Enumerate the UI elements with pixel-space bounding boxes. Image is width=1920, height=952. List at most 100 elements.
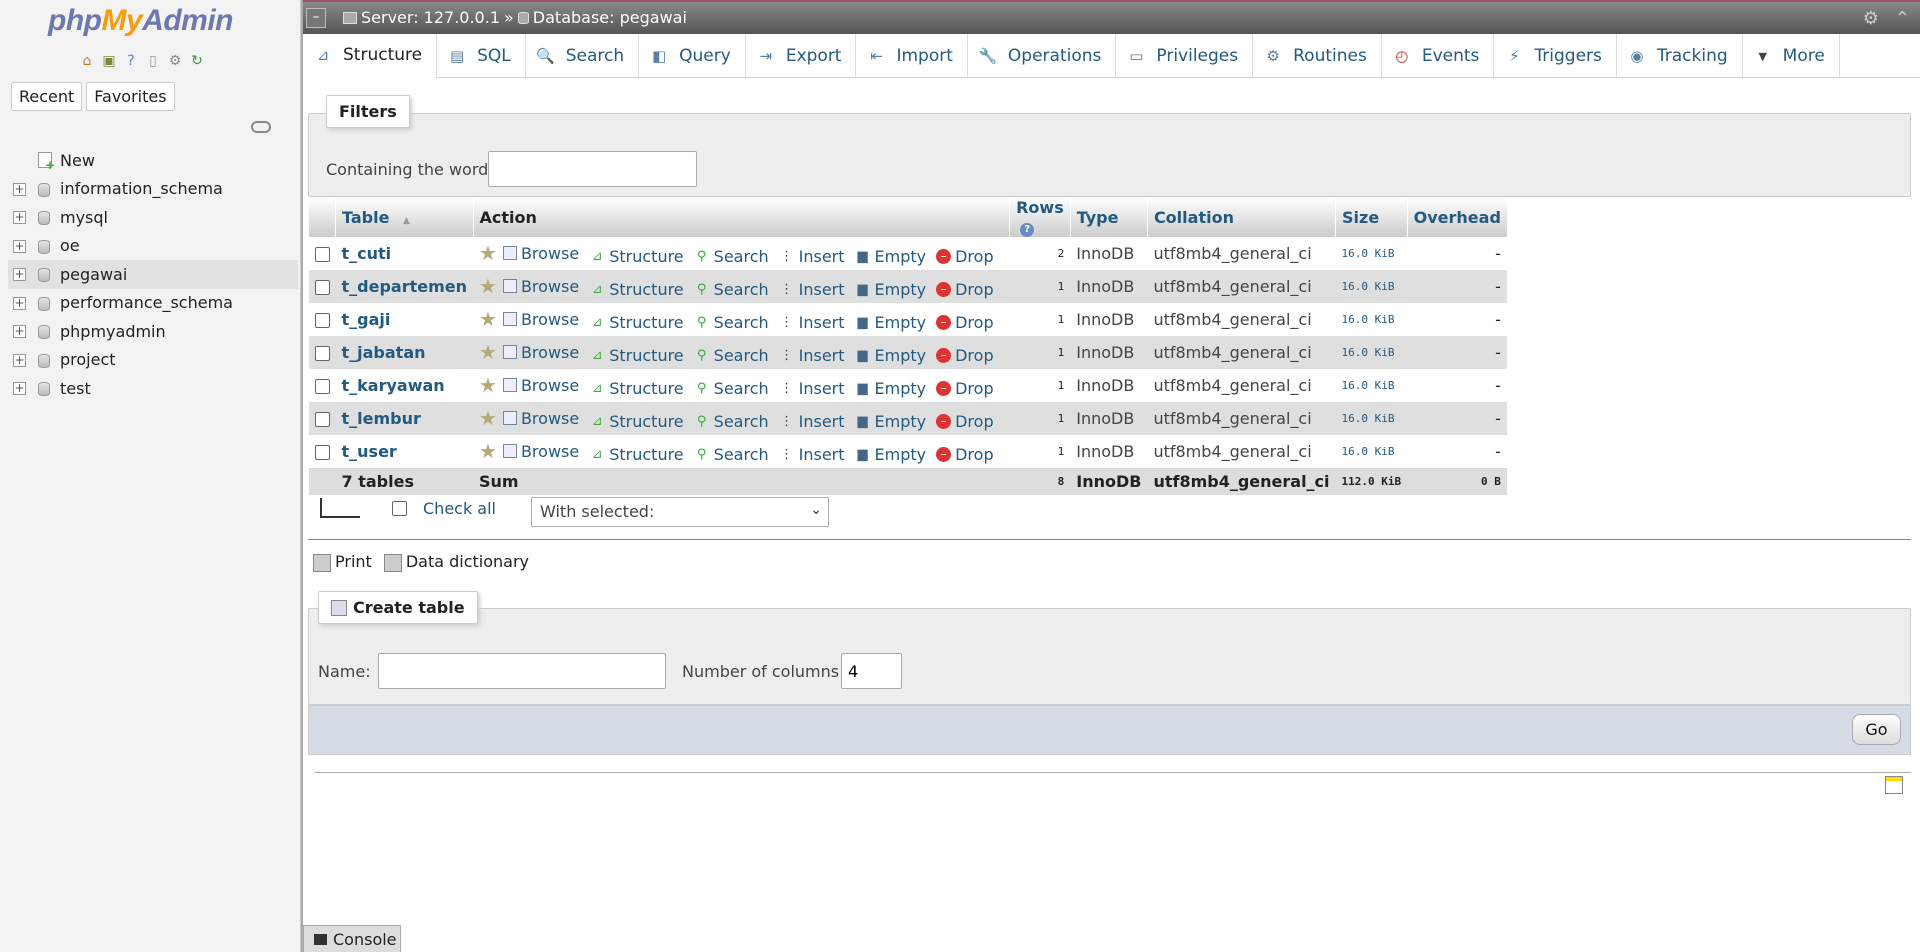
size-cell[interactable]: 16.0 KiB xyxy=(1335,336,1408,369)
browse-action[interactable]: Browse xyxy=(502,442,579,461)
tree-item-database[interactable]: + mysql xyxy=(8,203,298,232)
expand-icon[interactable]: + xyxy=(13,296,26,310)
favorites-button[interactable]: Favorites xyxy=(86,82,175,111)
collapse-top-icon[interactable]: ⌃ xyxy=(1895,8,1910,29)
drop-action[interactable]: – Drop xyxy=(936,412,994,431)
tree-item-database[interactable]: + phpmyadmin xyxy=(8,317,298,346)
breadcrumb-server[interactable]: Server: 127.0.0.1 xyxy=(361,8,500,27)
drop-action[interactable]: – Drop xyxy=(936,379,994,398)
insert-action[interactable]: ⋮ Insert xyxy=(779,313,844,332)
size-column-header[interactable]: Size xyxy=(1335,198,1408,237)
page-settings-icon[interactable] xyxy=(1885,776,1903,794)
structure-action[interactable]: ⊿ Structure xyxy=(589,313,684,332)
expand-icon[interactable]: + xyxy=(13,182,26,196)
row-checkbox[interactable] xyxy=(314,280,330,295)
rows-column-header[interactable]: Rows ? xyxy=(1009,198,1071,237)
navigation-resizer[interactable] xyxy=(301,0,303,952)
empty-action[interactable]: ▆ Empty xyxy=(855,445,927,464)
tree-item-database[interactable]: + information_schema xyxy=(8,175,298,204)
tree-item-database[interactable]: + performance_schema xyxy=(8,289,298,318)
table-name-link[interactable]: t_jabatan xyxy=(342,343,426,362)
search-action[interactable]: ⚲ Search xyxy=(694,313,769,332)
settings-icon[interactable]: ⚙ xyxy=(1863,8,1879,29)
print-link[interactable]: Print xyxy=(313,552,372,572)
go-button[interactable]: Go xyxy=(1852,714,1901,745)
tree-item-database[interactable]: + project xyxy=(8,346,298,375)
size-cell[interactable]: 16.0 KiB xyxy=(1335,435,1408,468)
insert-action[interactable]: ⋮ Insert xyxy=(779,379,844,398)
settings-icon[interactable]: ⚙ xyxy=(166,52,184,70)
data-dictionary-link[interactable]: Data dictionary xyxy=(383,552,529,572)
structure-action[interactable]: ⊿ Structure xyxy=(589,280,684,299)
structure-action[interactable]: ⊿ Structure xyxy=(589,346,684,365)
search-action[interactable]: ⚲ Search xyxy=(694,280,769,299)
row-checkbox[interactable] xyxy=(314,247,330,262)
drop-action[interactable]: – Drop xyxy=(936,313,994,332)
tab-more[interactable]: ▼ More xyxy=(1743,34,1840,78)
tab-query[interactable]: ◧ Query xyxy=(639,34,746,78)
console-tab[interactable]: Console xyxy=(303,925,401,952)
row-checkbox[interactable] xyxy=(314,346,330,361)
help-icon[interactable]: ? xyxy=(1020,223,1035,237)
recent-button[interactable]: Recent xyxy=(11,82,83,111)
logout-icon[interactable]: ▣ xyxy=(100,52,118,70)
browse-action[interactable]: Browse xyxy=(502,343,579,362)
insert-action[interactable]: ⋮ Insert xyxy=(779,247,844,266)
empty-action[interactable]: ▆ Empty xyxy=(855,346,927,365)
search-action[interactable]: ⚲ Search xyxy=(694,445,769,464)
overhead-column-header[interactable]: Overhead xyxy=(1406,198,1507,237)
search-action[interactable]: ⚲ Search xyxy=(694,247,769,266)
browse-action[interactable]: Browse xyxy=(502,244,579,263)
tab-triggers[interactable]: ⚡ Triggers xyxy=(1494,34,1617,78)
tab-search[interactable]: 🔍 Search xyxy=(526,34,640,78)
favorite-star-icon[interactable]: ★ xyxy=(479,406,497,430)
tab-tracking[interactable]: ◉ Tracking xyxy=(1617,34,1743,78)
check-all-checkbox[interactable] xyxy=(392,500,407,516)
table-name-link[interactable]: t_cuti xyxy=(342,244,392,263)
empty-action[interactable]: ▆ Empty xyxy=(855,280,927,299)
tab-events[interactable]: ◴ Events xyxy=(1382,34,1495,78)
drop-action[interactable]: – Drop xyxy=(936,247,994,266)
table-name-link[interactable]: t_departemen xyxy=(342,277,468,296)
size-cell[interactable]: 16.0 KiB xyxy=(1335,402,1408,435)
tab-privileges[interactable]: ▭ Privileges xyxy=(1116,34,1254,78)
check-all-label[interactable]: Check all xyxy=(423,499,496,518)
browse-action[interactable]: Browse xyxy=(502,376,579,395)
tree-item-database[interactable]: + pegawai xyxy=(8,260,298,289)
home-icon[interactable]: ⌂ xyxy=(78,52,96,70)
columns-count-input[interactable] xyxy=(841,653,902,689)
with-selected-select[interactable]: With selected: ⌄ xyxy=(531,497,829,527)
structure-action[interactable]: ⊿ Structure xyxy=(589,379,684,398)
tab-import[interactable]: ⇤ Import xyxy=(856,34,968,78)
empty-action[interactable]: ▆ Empty xyxy=(855,247,927,266)
search-action[interactable]: ⚲ Search xyxy=(694,379,769,398)
browse-action[interactable]: Browse xyxy=(502,409,579,428)
size-cell[interactable]: 16.0 KiB xyxy=(1335,237,1408,270)
insert-action[interactable]: ⋮ Insert xyxy=(779,445,844,464)
insert-action[interactable]: ⋮ Insert xyxy=(779,412,844,431)
table-name-link[interactable]: t_karyawan xyxy=(342,376,445,395)
favorite-star-icon[interactable]: ★ xyxy=(479,274,497,298)
expand-icon[interactable]: + xyxy=(13,353,26,367)
help-icon[interactable]: ? xyxy=(122,52,140,70)
table-name-link[interactable]: t_lembur xyxy=(342,409,421,428)
empty-action[interactable]: ▆ Empty xyxy=(855,313,927,332)
size-cell[interactable]: 16.0 KiB xyxy=(1335,270,1408,303)
tab-routines[interactable]: ⚙ Routines xyxy=(1253,34,1382,78)
row-checkbox[interactable] xyxy=(314,379,330,394)
expand-icon[interactable]: + xyxy=(13,382,26,395)
row-checkbox[interactable] xyxy=(314,412,330,427)
structure-action[interactable]: ⊿ Structure xyxy=(589,445,684,464)
documentation-icon[interactable]: ▯ xyxy=(144,52,162,70)
drop-action[interactable]: – Drop xyxy=(936,445,994,464)
size-cell[interactable]: 16.0 KiB xyxy=(1335,303,1408,336)
filter-input[interactable] xyxy=(488,151,697,187)
table-name-link[interactable]: t_gaji xyxy=(342,310,391,329)
empty-action[interactable]: ▆ Empty xyxy=(855,379,927,398)
collation-column-header[interactable]: Collation xyxy=(1146,198,1336,237)
expand-icon[interactable]: + xyxy=(13,239,26,253)
breadcrumb-database[interactable]: Database: pegawai xyxy=(533,8,687,27)
expand-icon[interactable]: + xyxy=(13,268,26,281)
collapse-nav-button[interactable]: – xyxy=(306,8,326,28)
empty-action[interactable]: ▆ Empty xyxy=(855,412,927,431)
